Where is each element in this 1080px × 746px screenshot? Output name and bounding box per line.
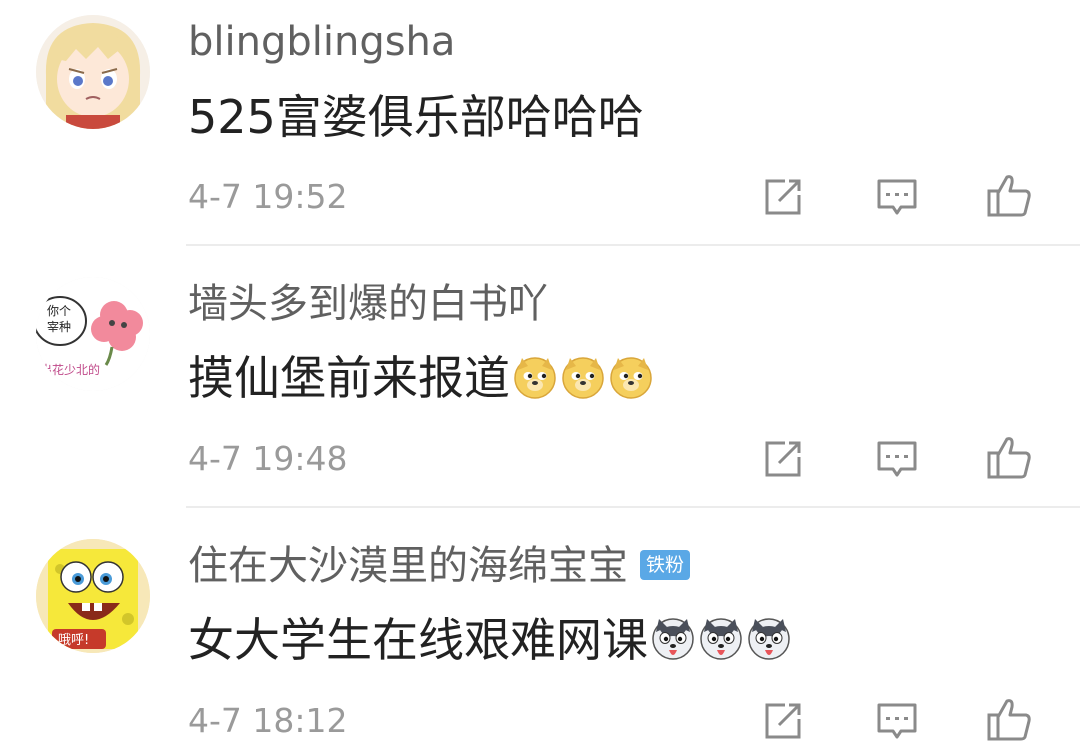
doge-emoji-icon [562,357,604,399]
repost-icon [765,179,801,215]
sticker-text-top: 你个 [47,304,71,318]
repost-icon [765,441,801,477]
husky-emoji-icon [652,618,694,660]
repost-button[interactable] [758,696,808,746]
divider [186,244,1080,246]
like-icon [987,437,1031,479]
username[interactable]: 墙头多到爆的白书吖 [188,280,548,328]
like-button[interactable] [984,694,1034,744]
husky-emoji-icon [748,618,790,660]
doge-emoji-icon [514,357,556,399]
like-icon [987,699,1031,741]
doge-emoji-icon [610,357,652,399]
avatar[interactable]: 你个 宰种 出花少北的 [36,277,150,391]
comment-icon [877,441,917,477]
timestamp: 4-7 19:52 [188,177,348,216]
comment-text: 女大学生在线艰难网课 [188,612,792,668]
avatar[interactable] [36,15,150,129]
spongebob-avatar-icon: 哦呼! [36,539,150,653]
comment-icon [877,179,917,215]
comment-text: 摸仙堡前来报道 [188,350,654,406]
timestamp: 4-7 19:48 [188,439,348,478]
fan-badge[interactable]: 铁粉 [640,550,691,580]
comment-button[interactable] [872,434,922,484]
username: 住在大沙漠里的海绵宝宝 铁粉 [188,542,691,590]
comment-button[interactable] [872,172,922,222]
repost-button[interactable] [758,172,808,222]
repost-icon [765,703,801,739]
sticker-avatar-icon: 你个 宰种 出花少北的 [36,277,150,391]
username-text[interactable]: 住在大沙漠里的海绵宝宝 [188,543,628,589]
sticker-text-bottom: 宰种 [47,319,71,334]
username[interactable]: blingblingsha [188,18,455,66]
repost-button[interactable] [758,434,808,484]
comment-icon [877,703,917,739]
husky-emoji-icon [700,618,742,660]
sticker-caption: 出花少北的 [40,362,100,377]
comment-button[interactable] [872,696,922,746]
anime-girl-avatar-icon [36,15,150,129]
avatar[interactable]: 哦呼! [36,539,150,653]
comment-text: 525富婆俱乐部哈哈哈 [188,90,644,144]
avatar-caption: 哦呼! [58,633,89,648]
like-button[interactable] [984,432,1034,482]
divider [186,506,1080,508]
like-button[interactable] [984,170,1034,220]
timestamp: 4-7 18:12 [188,701,348,740]
like-icon [987,175,1031,217]
